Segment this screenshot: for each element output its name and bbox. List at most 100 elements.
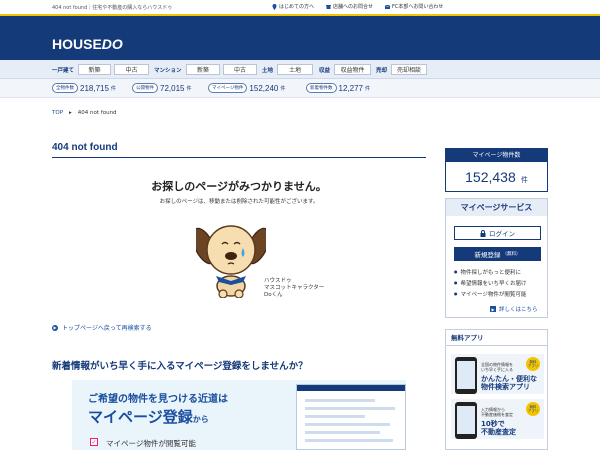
store-icon bbox=[326, 4, 332, 9]
top-link-label: はじめての方へ bbox=[279, 4, 315, 10]
nav-category-land: 土地 bbox=[262, 68, 274, 74]
screenshot-row bbox=[305, 407, 395, 410]
arrow-right-icon: ▶ bbox=[490, 306, 496, 312]
nav-category-sell: 売却 bbox=[376, 68, 388, 74]
promo-line-3: マイページ物件が閲覧可能 bbox=[106, 439, 196, 448]
breadcrumb-current: 404 not found bbox=[77, 110, 117, 116]
top-link-beginners[interactable]: はじめての方へ bbox=[272, 3, 314, 10]
promo-screenshot-image bbox=[296, 384, 406, 450]
register-label: 新規登録 bbox=[474, 251, 501, 259]
free-app-box: 無料アプリ 全国の物件情報を いち早く手に入る かんたん・便利な 物件検索アプリ… bbox=[445, 329, 548, 450]
benefit-item: 希望情報をいち早くお届け bbox=[454, 278, 527, 289]
screenshot-header-bar bbox=[297, 385, 405, 391]
stat-value: 12,277 bbox=[338, 83, 363, 93]
stat-value: 152,240 bbox=[249, 83, 279, 93]
screenshot-row bbox=[305, 415, 365, 418]
top-link-label: 店舗へのお問合せ bbox=[333, 4, 374, 10]
stat-new[interactable]: 新着物件数 12,277 件 bbox=[306, 83, 370, 93]
details-link[interactable]: ▶ 詳しくはこちら bbox=[490, 305, 538, 313]
mypage-promo-banner[interactable]: ご希望の物件を見つける近道は マイページ登録から ✓ マイページ物件が閲覧可能 bbox=[72, 380, 406, 450]
screenshot-row bbox=[305, 399, 375, 402]
mypage-service-title: マイページサービス bbox=[446, 199, 547, 216]
mail-icon bbox=[385, 4, 391, 9]
nav-mansion-new-button[interactable]: 新築 bbox=[186, 64, 220, 75]
mascot-caption-line: ハウスドゥ bbox=[264, 278, 292, 284]
login-label: ログイン bbox=[489, 230, 515, 238]
mypage-count-title: マイページ物件数 bbox=[446, 149, 547, 162]
stat-unit: 件 bbox=[280, 85, 286, 92]
free-app-badge: 無料 アプリ bbox=[526, 402, 540, 416]
top-link-store-contact[interactable]: 店舗へのお問合せ bbox=[326, 3, 373, 10]
nav-sell-button[interactable]: 売却相談 bbox=[391, 64, 427, 75]
mascot-caption-line: マスコットキャラクター bbox=[264, 285, 325, 291]
stat-label: 全物件数 bbox=[52, 83, 78, 93]
top-links: はじめての方へ 店舗へのお問合せ FC本部へお問い合わせ bbox=[272, 3, 443, 10]
app-banner-appraisal[interactable]: 入力情報から 不動産価格を査定 10秒で 不動産査定 無料 アプリ bbox=[451, 399, 544, 439]
top-link-label: FC本部へお問い合わせ bbox=[392, 4, 444, 10]
benefit-item: 物件探しがもっと便利に bbox=[454, 267, 527, 278]
promo-line-1: ご希望の物件を見つける近道は bbox=[88, 394, 228, 405]
back-to-top-link[interactable]: ▶ トップページへ戻って再検索する bbox=[52, 323, 152, 332]
stat-value: 72,015 bbox=[160, 83, 185, 93]
count-unit: 件 bbox=[520, 176, 528, 184]
app-subtitle: 入力情報から 不動産価格を査定 bbox=[481, 407, 513, 417]
error-description: お探しのページは、移動または削除された可能性がございます。 bbox=[159, 199, 319, 205]
mypage-count-box: マイページ物件数 152,438 件 bbox=[445, 148, 548, 192]
breadcrumb-separator-icon: ▸ bbox=[69, 110, 72, 116]
register-button[interactable]: 新規登録 （無料） bbox=[454, 247, 541, 261]
screenshot-row bbox=[305, 423, 390, 426]
header-accent-line bbox=[0, 14, 600, 16]
logo-text: HOUSE bbox=[52, 36, 102, 52]
phone-icon bbox=[455, 402, 477, 439]
count-number: 152,438 bbox=[465, 169, 516, 185]
nav-house-new-button[interactable]: 新築 bbox=[78, 64, 111, 75]
free-app-title: 無料アプリ bbox=[446, 330, 547, 346]
nav-mansion-used-button[interactable]: 中古 bbox=[223, 64, 257, 75]
house-do-logo[interactable]: HOUSEDO bbox=[52, 36, 123, 52]
mascot-caption: ハウスドゥ マスコットキャラクター Doくん bbox=[264, 278, 324, 299]
nav-category-income: 収益 bbox=[319, 68, 331, 74]
top-link-fc-contact[interactable]: FC本部へお問い合わせ bbox=[385, 3, 443, 10]
breadcrumb: TOP ▸ 404 not found bbox=[52, 110, 117, 116]
stat-mypage[interactable]: マイページ物件 152,240 件 bbox=[208, 83, 285, 93]
stat-value: 218,715 bbox=[80, 83, 109, 93]
mypage-service-box: マイページサービス ログイン 新規登録（無料） 物件探しがもっと便利に 希望情報… bbox=[445, 198, 548, 318]
stat-unit: 件 bbox=[364, 85, 370, 92]
lock-icon bbox=[480, 229, 486, 237]
phone-icon bbox=[455, 357, 477, 394]
checkbox-icon: ✓ bbox=[90, 438, 98, 446]
promo-line-2-main: マイページ登録 bbox=[88, 408, 193, 426]
nav-house-used-button[interactable]: 中古 bbox=[114, 64, 149, 75]
app-name: 10秒で 不動産査定 bbox=[481, 420, 516, 436]
stat-label: 公開物件 bbox=[132, 83, 158, 93]
app-banner-search[interactable]: 全国の物件情報を いち早く手に入る かんたん・便利な 物件検索アプリ 無料 アプ… bbox=[451, 354, 544, 394]
free-app-badge: 無料 アプリ bbox=[526, 357, 540, 371]
nav-land-button[interactable]: 土地 bbox=[277, 64, 313, 75]
stat-label: 新着物件数 bbox=[306, 83, 337, 93]
register-note: （無料） bbox=[502, 252, 521, 257]
stat-label: マイページ物件 bbox=[208, 83, 248, 93]
error-heading: お探しのページがみつかりません。 bbox=[151, 180, 327, 193]
promo-line-2-suffix: から bbox=[192, 415, 209, 424]
site-header: HOUSEDO bbox=[0, 14, 600, 60]
promo-line-2: マイページ登録から bbox=[88, 406, 209, 427]
stat-public[interactable]: 公開物件 72,015 件 bbox=[132, 83, 191, 93]
do-kun-mascot-image bbox=[196, 225, 266, 298]
stat-all[interactable]: 全物件数 218,715 件 bbox=[52, 83, 116, 93]
screenshot-row bbox=[305, 431, 380, 434]
app-subtitle: 全国の物件情報を いち早く手に入る bbox=[481, 362, 513, 372]
breadcrumb-top-link[interactable]: TOP bbox=[52, 110, 63, 116]
title-divider bbox=[52, 157, 426, 158]
benefit-list: 物件探しがもっと便利に 希望情報をいち早くお届け マイページ物件が閲覧可能 bbox=[454, 267, 527, 300]
login-button[interactable]: ログイン bbox=[454, 226, 541, 240]
nav-income-button[interactable]: 収益物件 bbox=[334, 64, 371, 75]
site-tagline: 404 not found｜住宅や不動産の購入ならハウスドゥ bbox=[52, 5, 173, 11]
mypage-promo-heading: 新着情報がいち早く手に入るマイページ登録をしませんか？ bbox=[52, 361, 308, 372]
mypage-count-value: 152,438 件 bbox=[446, 167, 547, 186]
details-link-label: 詳しくはこちら bbox=[499, 307, 538, 313]
screenshot-row bbox=[305, 439, 393, 442]
mascot-caption-line: Doくん bbox=[264, 292, 283, 298]
app-name: かんたん・便利な 物件検索アプリ bbox=[481, 375, 537, 391]
arrow-right-circle-icon: ▶ bbox=[52, 324, 58, 331]
category-nav: 一戸建て 新築 中古 マンション 新築 中古 土地 土地 収益 収益物件 売却 … bbox=[0, 60, 600, 79]
